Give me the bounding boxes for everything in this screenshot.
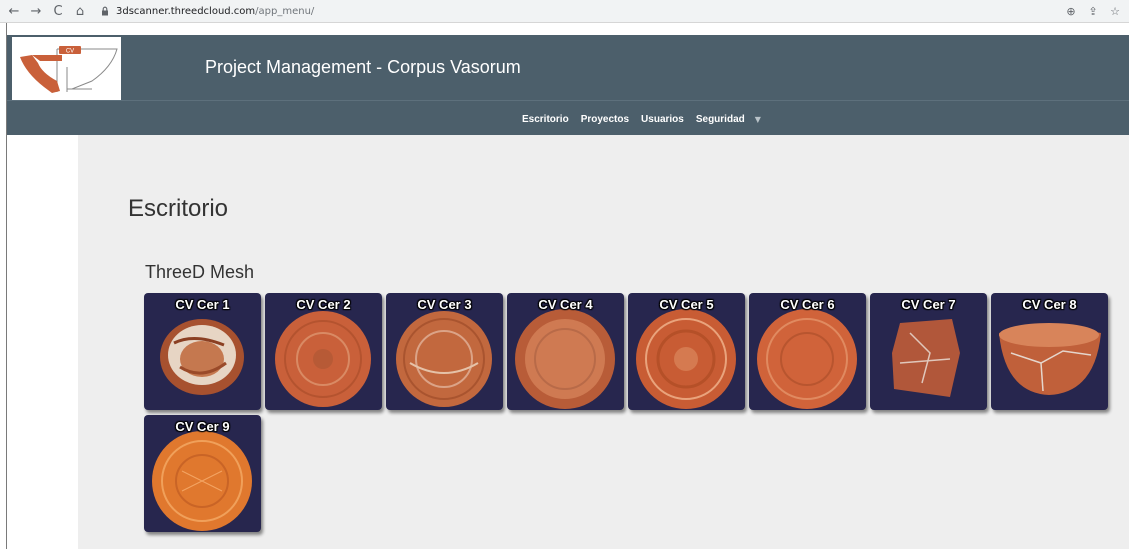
chevron-down-icon[interactable]: ▼ [755, 115, 761, 124]
tile-label: CV Cer 7 [901, 297, 956, 312]
mesh-tile-cv-cer-6[interactable]: CV Cer 6 [749, 293, 866, 410]
tile-label: CV Cer 9 [175, 419, 230, 434]
menu-item-proyectos[interactable]: Proyectos [581, 114, 629, 125]
tile-label: CV Cer 6 [780, 297, 835, 312]
app-header: CV Project Management - Corpus Vasorum E… [7, 35, 1129, 135]
url-path: /app_menu/ [255, 5, 315, 17]
tile-label: CV Cer 4 [538, 297, 593, 312]
section-title: ThreeD Mesh [145, 262, 255, 282]
zoom-icon[interactable]: ⊕ [1063, 3, 1079, 19]
mesh-tile-cv-cer-1[interactable]: CV Cer 1 [144, 293, 261, 410]
mesh-tile-cv-cer-7[interactable]: CV Cer 7 [870, 293, 987, 410]
vase-logo-icon: CV [20, 46, 118, 93]
mesh-tile-cv-cer-5[interactable]: CV Cer 5 [628, 293, 745, 410]
mesh-tile-cv-cer-9[interactable]: CV Cer 9 [144, 415, 261, 532]
tile-label: CV Cer 1 [175, 297, 230, 312]
main-content: Escritorio ThreeD Mesh CV Cer 1 CV Cer 2 [78, 135, 1129, 549]
mesh-tile-cv-cer-3[interactable]: CV Cer 3 [386, 293, 503, 410]
home-icon[interactable]: ⌂ [72, 3, 88, 19]
tile-label: CV Cer 3 [417, 297, 472, 312]
mesh-tile-cv-cer-8[interactable]: CV Cer 8 [991, 293, 1108, 410]
page-title: Escritorio [128, 195, 229, 222]
menu-item-escritorio[interactable]: Escritorio [522, 114, 569, 125]
url-domain: 3dscanner.threedcloud.com [116, 5, 256, 17]
address-bar[interactable]: 3dscanner.threedcloud.com/app_menu/ [100, 2, 314, 20]
logo[interactable]: CV [12, 37, 121, 100]
main-menu: Escritorio Proyectos Usuarios Seguridad … [7, 100, 1129, 135]
menu-item-seguridad[interactable]: Seguridad [696, 114, 745, 125]
tile-label: CV Cer 8 [1022, 297, 1077, 312]
menu-item-usuarios[interactable]: Usuarios [641, 114, 684, 125]
mesh-tile-cv-cer-2[interactable]: CV Cer 2 [265, 293, 382, 410]
forward-arrow-icon[interactable]: → [28, 3, 44, 19]
site-title: Project Management - Corpus Vasorum [205, 57, 521, 77]
browser-toolbar: ← → C ⌂ 3dscanner.threedcloud.com/app_me… [0, 0, 1129, 23]
logo-label: CV [66, 49, 74, 55]
bookmark-star-icon[interactable]: ☆ [1107, 3, 1123, 19]
reload-icon[interactable]: C [50, 3, 66, 19]
lock-icon [102, 6, 108, 16]
mesh-tile-cv-cer-4[interactable]: CV Cer 4 [507, 293, 624, 410]
tile-label: CV Cer 2 [296, 297, 351, 312]
share-icon[interactable]: ⇪ [1085, 3, 1101, 19]
tile-label: CV Cer 5 [659, 297, 714, 312]
back-arrow-icon[interactable]: ← [6, 3, 22, 19]
